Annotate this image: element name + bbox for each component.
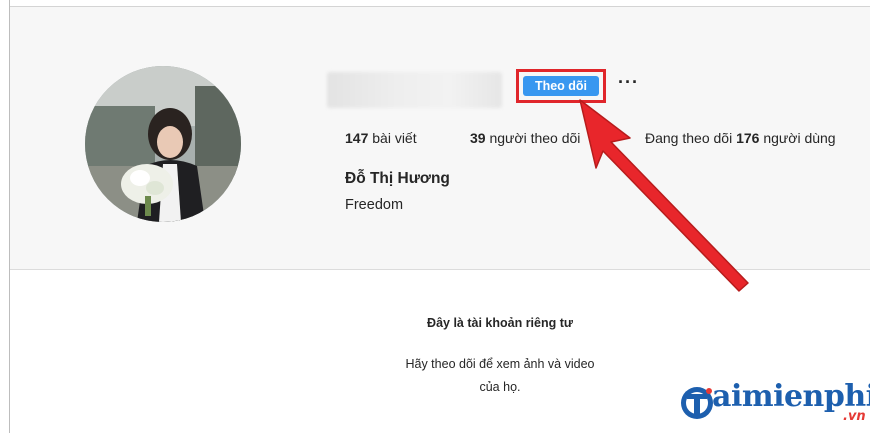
followers-count[interactable]: 39 người theo dõi — [470, 130, 580, 146]
posts-count: 147 bài viết — [345, 130, 417, 146]
watermark-suffix: .vn — [843, 409, 866, 424]
follow-button-highlight: Theo dõi — [516, 69, 606, 103]
private-account-title: Đây là tài khoản riêng tư — [427, 316, 573, 330]
screenshot-frame: Theo dõi ··· 147 bài viết 39 người theo … — [0, 0, 870, 433]
private-account-line-2: của họ. — [479, 380, 521, 394]
followers-count-label: người theo dõi — [485, 130, 581, 146]
following-count-prefix: Đang theo dõi — [645, 130, 737, 146]
posts-count-label: bài viết — [368, 130, 417, 146]
bio: Freedom — [345, 197, 404, 213]
avatar-photo — [85, 66, 241, 222]
private-account-line-1: Hãy theo dõi để xem ảnh và video — [405, 357, 595, 371]
avatar[interactable] — [85, 66, 241, 222]
follow-button[interactable]: Theo dõi — [523, 76, 599, 96]
username-blurred — [327, 72, 502, 108]
following-count[interactable]: Đang theo dõi 176 người dùng — [645, 130, 836, 146]
more-horizontal-icon[interactable]: ··· — [618, 72, 639, 92]
private-account-description: Hãy theo dõi để xem ảnh và video của họ. — [300, 353, 700, 399]
full-name: Đỗ Thị Hương — [345, 170, 450, 187]
followers-count-number: 39 — [470, 130, 486, 146]
posts-count-number: 147 — [345, 130, 369, 146]
following-count-number: 176 — [736, 130, 760, 146]
following-count-suffix: người dùng — [759, 130, 836, 146]
watermark: aimienphi .vn — [678, 376, 870, 433]
